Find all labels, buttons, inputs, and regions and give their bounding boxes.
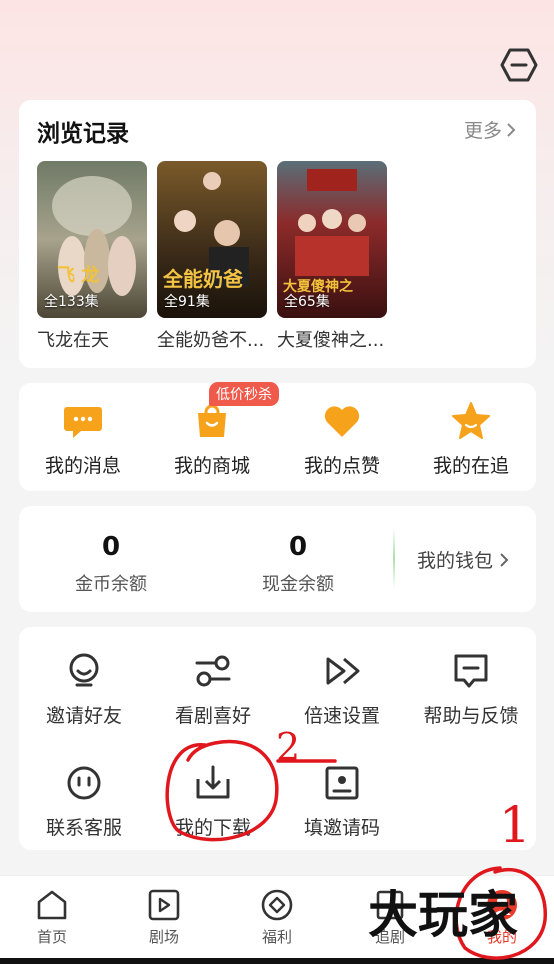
svg-text:全能奶爸: 全能奶爸 [162, 267, 243, 291]
my-downloads-button[interactable]: 我的下载 [148, 763, 278, 840]
invite-friends-button[interactable]: 邀请好友 [19, 651, 149, 728]
invite-icon [69, 653, 99, 687]
contact-service-button[interactable]: 联系客服 [19, 763, 149, 840]
coins-balance-value: 0 [101, 532, 121, 562]
divider [393, 528, 395, 588]
tab-profile[interactable]: 我的 [452, 888, 552, 947]
speed-icon [326, 657, 360, 685]
shopping-bag-icon [198, 404, 226, 437]
quick-action-label: 我的消息 [44, 455, 121, 477]
wallet-card: 0 金币余额 0 现金余额 我的钱包 [19, 506, 536, 612]
tool-label: 我的下载 [174, 817, 251, 839]
quick-action-label: 我的点赞 [303, 455, 380, 477]
history-more-link[interactable]: 更多 [464, 116, 516, 143]
tab-welfare[interactable]: 福利 [227, 888, 327, 947]
follow-icon [376, 890, 404, 920]
speed-settings-button[interactable]: 倍速设置 [277, 651, 407, 728]
flash-sale-badge: 低价秒杀 [209, 382, 279, 406]
settings-hexagon-icon[interactable] [500, 47, 538, 83]
history-more-label: 更多 [463, 120, 502, 142]
svg-text:飞 龙: 飞 龙 [57, 264, 99, 286]
quick-actions-card: 我的消息 我的商城 低价秒杀 我的点赞 我的在追 [19, 382, 536, 491]
episode-count: 全133集 [44, 294, 99, 310]
cash-balance-label: 现金余额 [262, 574, 334, 595]
history-poster-2[interactable]: 全能奶爸 全91集 [157, 161, 267, 318]
tool-label: 看剧喜好 [174, 705, 251, 727]
help-feedback-button[interactable]: 帮助与反馈 [406, 651, 536, 728]
history-name-2[interactable]: 全能奶爸不... [157, 326, 269, 352]
tab-home[interactable]: 首页 [2, 888, 102, 947]
history-card: 浏览记录 更多 飞 龙 全133集 飞龙在天 全能奶爸 全91集 全能奶爸不..… [19, 100, 536, 368]
heart-icon [324, 406, 360, 437]
tab-label: 福利 [261, 928, 292, 946]
tab-label: 追剧 [374, 928, 405, 946]
cash-balance-value: 0 [288, 532, 308, 562]
theater-icon [148, 889, 180, 921]
tab-label: 我的 [486, 928, 517, 946]
history-poster-1[interactable]: 飞 龙 全133集 [37, 161, 147, 318]
my-wallet-label: 我的钱包 [417, 550, 494, 572]
tab-theater[interactable]: 剧场 [114, 888, 214, 947]
bottom-tab-bar: 首页 剧场 福利 追剧 我的 [0, 875, 554, 964]
coins-balance-label: 金币余额 [75, 574, 147, 595]
tools-card: 邀请好友 看剧喜好 倍速设置 帮助与反馈 联系客服 我的下载 填邀请码 [19, 627, 536, 850]
tool-label: 帮助与反馈 [423, 705, 519, 727]
chevron-right-icon [507, 122, 516, 137]
invite-code-icon [325, 766, 359, 800]
message-icon [64, 407, 102, 438]
tool-label: 邀请好友 [45, 705, 122, 727]
tool-label: 联系客服 [45, 817, 122, 839]
episode-count: 全65集 [284, 294, 330, 310]
welfare-icon [261, 889, 293, 921]
history-name-3[interactable]: 大夏傻神之... [277, 326, 389, 352]
tab-follow[interactable]: 追剧 [340, 888, 440, 947]
help-icon [454, 654, 488, 688]
history-title: 浏览记录 [37, 121, 129, 147]
quick-action-label: 我的在追 [432, 455, 509, 477]
watch-preference-button[interactable]: 看剧喜好 [148, 651, 278, 728]
my-messages-button[interactable]: 我的消息 [28, 401, 138, 478]
enter-invite-code-button[interactable]: 填邀请码 [277, 763, 407, 840]
history-name-1[interactable]: 飞龙在天 [37, 326, 149, 352]
service-icon [67, 766, 101, 800]
home-indicator-bar [0, 958, 554, 964]
quick-action-label: 我的商城 [173, 455, 250, 477]
tab-label: 剧场 [148, 928, 179, 946]
my-likes-button[interactable]: 我的点赞 [287, 401, 397, 478]
tab-label: 首页 [36, 928, 67, 946]
my-wallet-link[interactable]: 我的钱包 [417, 546, 509, 573]
tool-label: 倍速设置 [303, 705, 380, 727]
my-mall-button[interactable]: 我的商城 [157, 401, 267, 478]
my-following-button[interactable]: 我的在追 [416, 401, 526, 478]
profile-icon [487, 890, 517, 920]
chevron-right-icon [500, 552, 509, 567]
home-icon [37, 890, 67, 920]
star-icon [452, 402, 490, 439]
history-poster-3[interactable]: 大夏傻神之 全65集 [277, 161, 387, 318]
download-icon [196, 765, 230, 799]
episode-count: 全91集 [164, 294, 210, 310]
tool-label: 填邀请码 [303, 817, 380, 839]
preference-icon [195, 655, 231, 687]
